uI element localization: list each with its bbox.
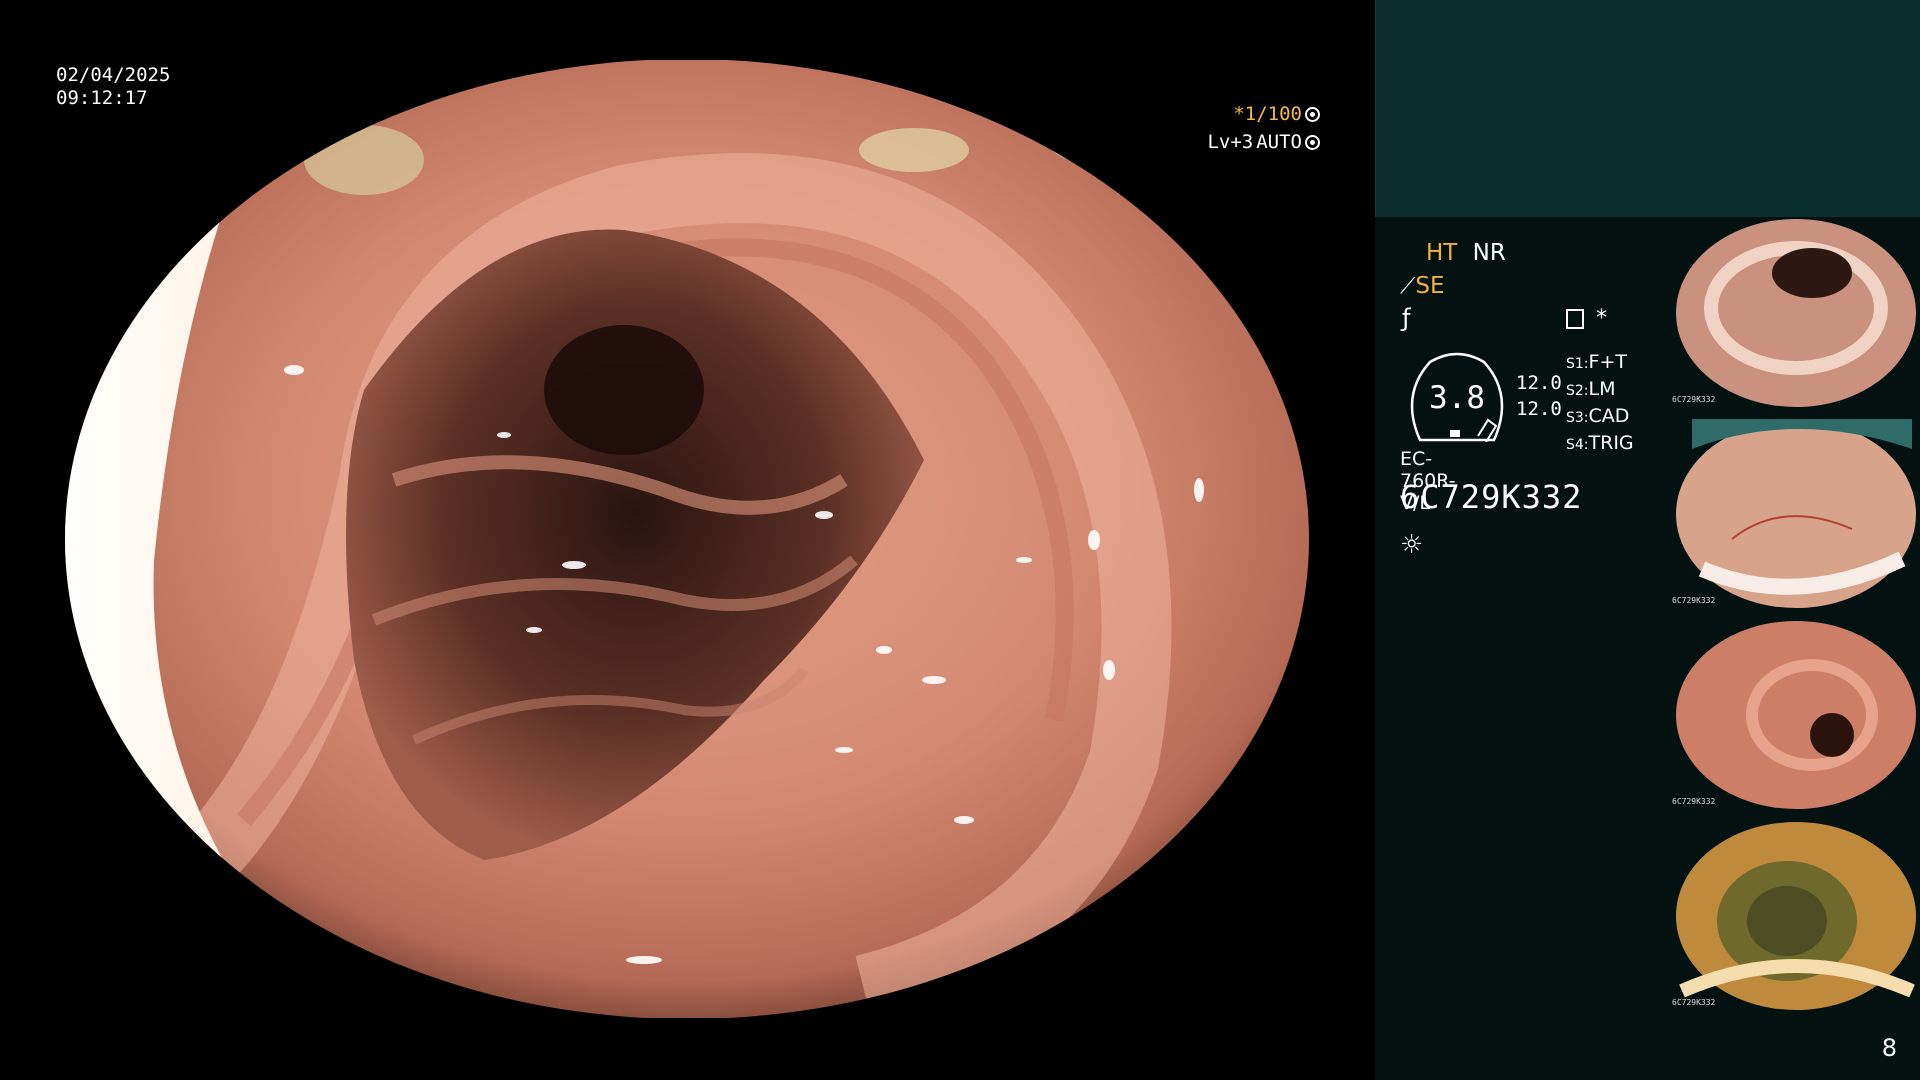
thumbnail-caption: 6C729K332 (1672, 395, 1716, 404)
side-panel-header (1375, 0, 1920, 217)
mode-nr: NR (1472, 240, 1506, 266)
captured-images: 6C729K332 6C729K332 6C729K332 6C729K332 (1672, 218, 1920, 1022)
thumbnail-caption: 6C729K332 (1672, 596, 1716, 605)
auto-exposure-icon (1305, 134, 1320, 150)
shutter-speed: *1/100 (1233, 103, 1302, 125)
setting-s2: S2:LM (1566, 378, 1616, 400)
endoscope-image (65, 60, 1309, 1018)
endoscope-view (64, 60, 1310, 1018)
setting-s3: S3:CAD (1566, 405, 1630, 427)
freeze-icon: ƒ (1402, 304, 1411, 332)
se-label: SE (1415, 273, 1445, 299)
setting-s4: S4:TRIG (1566, 432, 1634, 454)
page-number: 8 (1881, 1034, 1897, 1062)
readout-1: 12.0 (1516, 372, 1562, 394)
thumbnail-1[interactable]: 6C729K332 (1672, 218, 1920, 408)
thumbnail-3[interactable]: 6C729K332 (1672, 620, 1920, 810)
star-marker: * (1596, 306, 1607, 331)
image-mode: HT NR (1400, 240, 1506, 266)
gauge-value: 3.8 (1429, 380, 1485, 416)
numeric-readouts: 12.0 12.0 (1516, 370, 1562, 422)
thumbnail-2[interactable]: 6C729K332 (1672, 419, 1920, 609)
sun-icon: ☼ (1400, 530, 1424, 560)
thumbnail-caption: 6C729K332 (1672, 998, 1716, 1007)
exposure-mode: AUTO (1256, 131, 1302, 153)
thumbnail-4[interactable]: 6C729K332 (1672, 821, 1920, 1011)
readout-2: 12.0 (1516, 398, 1562, 420)
thumbnail-caption: 6C729K332 (1672, 797, 1716, 806)
exposure-readout: *1/100 Lv+3 AUTO (1207, 100, 1320, 156)
memo-icon (1566, 309, 1584, 329)
setting-s1: S1:F+T (1566, 351, 1627, 373)
aperture-icon (1305, 106, 1320, 122)
mode-ht: HT (1426, 240, 1458, 266)
structure-enhancement: ⟋SE (1400, 273, 1445, 299)
memo-line: * (1566, 306, 1607, 331)
brightness-level: Lv+3 (1207, 131, 1254, 153)
scope-serial: 6C729K332 (1400, 478, 1583, 516)
switch-settings: S1:F+T S2:LM S3:CAD S4:TRIG (1566, 350, 1634, 458)
scope-icon: ⟋ (1400, 274, 1416, 299)
